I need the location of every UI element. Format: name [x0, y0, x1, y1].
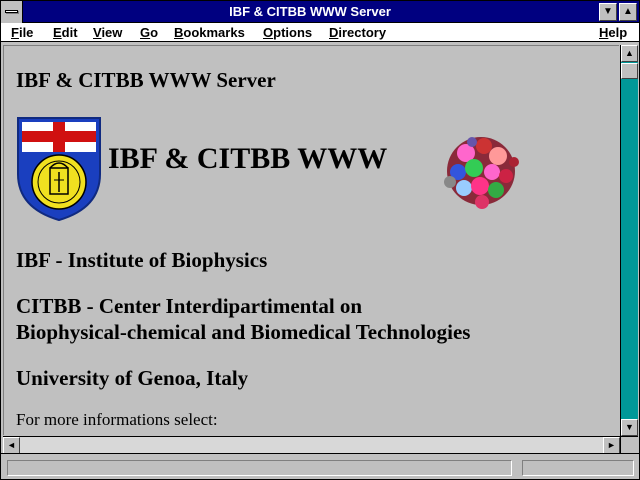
arrow-down-icon: ▼: [625, 422, 634, 432]
minimize-button[interactable]: ▼: [599, 3, 617, 21]
scroll-right-button[interactable]: ►: [603, 437, 620, 454]
title-bar: IBF & CITBB WWW Server ▼ ▲: [1, 1, 639, 23]
menu-bar: File Edit View Go Bookmarks Options Dire…: [1, 23, 639, 42]
scroll-down-button[interactable]: ▼: [621, 419, 638, 436]
window-title: IBF & CITBB WWW Server: [229, 4, 391, 19]
genoa-crest-icon: [17, 117, 101, 222]
citbb-heading-line2: Biophysical-chemical and Biomedical Tech…: [16, 320, 471, 344]
menu-view[interactable]: View: [93, 24, 122, 41]
system-menu-icon: [5, 10, 18, 13]
scrollbar-corner: [620, 436, 638, 453]
scroll-left-button[interactable]: ◄: [3, 437, 20, 454]
banner-title: IBF & CITBB WWW: [108, 142, 388, 175]
vertical-scroll-thumb[interactable]: [621, 63, 638, 79]
maximize-button[interactable]: ▲: [619, 3, 637, 21]
maximize-icon: ▲: [623, 6, 633, 17]
arrow-left-icon: ◄: [7, 440, 16, 450]
vertical-scrollbar[interactable]: ▲ ▼: [620, 45, 638, 436]
system-menu-button[interactable]: [1, 1, 23, 23]
menu-bookmarks[interactable]: Bookmarks: [174, 24, 245, 41]
minimize-icon: ▼: [603, 6, 613, 17]
menu-help[interactable]: Help: [599, 24, 627, 41]
arrow-right-icon: ►: [607, 440, 616, 450]
molecule-image-icon: [444, 137, 519, 209]
more-info-text: For more informations select:: [16, 410, 218, 429]
status-text: [7, 460, 512, 476]
progress-indicator: [522, 460, 634, 476]
menu-go[interactable]: Go: [140, 24, 158, 41]
menu-directory[interactable]: Directory: [329, 24, 386, 41]
page-heading: IBF & CITBB WWW Server: [16, 68, 276, 92]
browser-window: IBF & CITBB WWW Server ▼ ▲ File Edit Vie…: [0, 0, 640, 480]
document-view: IBF & CITBB WWW Server IBF & CITBB WWW I…: [3, 45, 619, 435]
institute-heading: IBF - Institute of Biophysics: [16, 248, 268, 272]
menu-edit[interactable]: Edit: [53, 24, 78, 41]
citbb-heading-line1: CITBB - Center Interdipartimental on: [16, 294, 363, 318]
university-heading: University of Genoa, Italy: [16, 366, 249, 390]
menu-file[interactable]: File: [11, 24, 33, 41]
scroll-up-button[interactable]: ▲: [621, 45, 638, 62]
menu-options[interactable]: Options: [263, 24, 312, 41]
status-bar: [1, 453, 639, 479]
horizontal-scrollbar[interactable]: ◄ ►: [3, 436, 620, 454]
arrow-up-icon: ▲: [625, 48, 634, 58]
